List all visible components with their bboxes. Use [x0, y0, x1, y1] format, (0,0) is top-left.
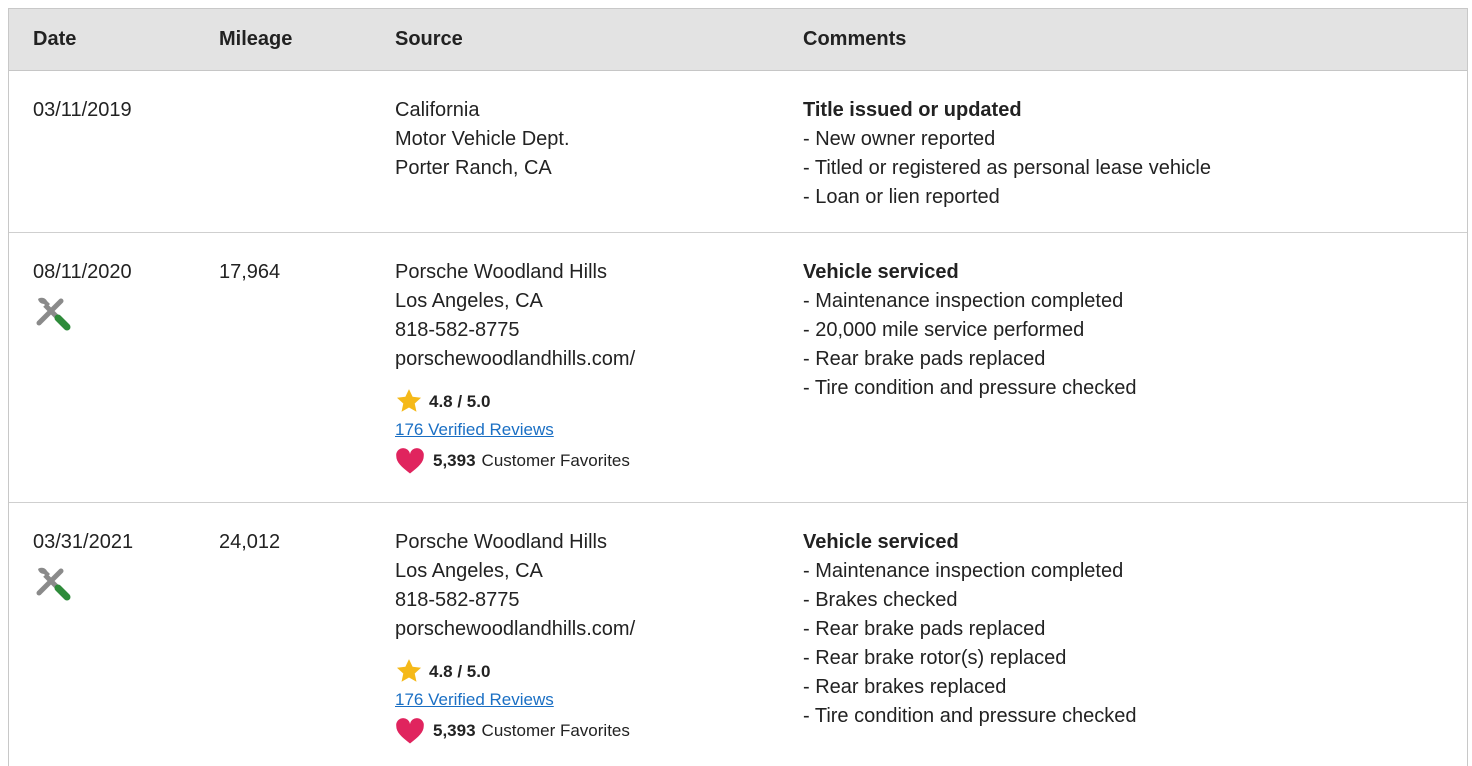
rating-value: 4.8 / 5.0: [429, 391, 491, 411]
header-mileage: Mileage: [219, 28, 293, 50]
source-line: Los Angeles, CA: [395, 560, 543, 582]
heart-icon: [396, 448, 424, 474]
comment-line: - Titled or registered as personal lease…: [803, 157, 1211, 179]
source-line: Porsche Woodland Hills: [395, 261, 607, 283]
star-icon: [396, 389, 422, 412]
row-mileage: 24,012: [219, 531, 281, 553]
header-comments: Comments: [803, 28, 907, 50]
comment-title: Vehicle serviced: [803, 531, 959, 553]
row-comments: Vehicle serviced - Maintenance inspectio…: [803, 528, 1467, 763]
comment-line: - Maintenance inspection completed: [803, 560, 1124, 582]
table-row: 03/31/2021 24,012 Porsche Woodland Hills…: [9, 503, 1467, 763]
row-source: Porsche Woodland Hills Los Angeles, CA 8…: [395, 528, 803, 763]
comment-line: - Rear brake pads replaced: [803, 348, 1046, 370]
comment-line: - New owner reported: [803, 128, 996, 150]
comment-title: Title issued or updated: [803, 99, 1022, 121]
source-line: 818-582-8775: [395, 319, 520, 341]
comment-line: - Tire condition and pressure checked: [803, 377, 1137, 399]
row-source: Porsche Woodland Hills Los Angeles, CA 8…: [395, 258, 803, 502]
service-tools-icon: [36, 297, 71, 331]
verified-reviews-link[interactable]: 176 Verified Reviews: [395, 416, 803, 444]
row-date: 03/31/2021: [33, 531, 134, 553]
source-line: Porter Ranch, CA: [395, 157, 552, 179]
favorites-count: 5,393: [433, 451, 476, 470]
comment-title: Vehicle serviced: [803, 261, 959, 283]
source-line: Motor Vehicle Dept.: [395, 128, 570, 150]
table-row: 03/11/2019 California Motor Vehicle Dept…: [9, 71, 1467, 233]
dealer-rating: 4.8 / 5.0: [395, 386, 803, 416]
comment-line: - Tire condition and pressure checked: [803, 705, 1137, 727]
customer-favorites: 5,393 Customer Favorites: [395, 446, 803, 476]
source-line: Los Angeles, CA: [395, 290, 543, 312]
comment-line: - Rear brakes replaced: [803, 676, 1007, 698]
row-mileage: 17,964: [219, 261, 281, 283]
row-date-cell: 08/11/2020: [9, 258, 219, 502]
vehicle-history-table: Date Mileage Source Comments 03/11/2019 …: [8, 8, 1468, 766]
heart-icon: [396, 718, 424, 744]
source-line: California: [395, 99, 480, 121]
comment-line: - Brakes checked: [803, 589, 958, 611]
favorites-label: Customer Favorites: [481, 721, 630, 740]
header-date: Date: [33, 28, 77, 50]
row-date: 03/11/2019: [33, 99, 132, 121]
favorites-count: 5,393: [433, 721, 476, 740]
customer-favorites: 5,393 Customer Favorites: [395, 716, 803, 746]
comment-line: - Rear brake pads replaced: [803, 618, 1046, 640]
source-line: Porsche Woodland Hills: [395, 531, 607, 553]
row-mileage: [219, 96, 395, 232]
verified-reviews-link[interactable]: 176 Verified Reviews: [395, 686, 803, 714]
row-date-cell: 03/31/2021: [9, 528, 219, 763]
row-date-cell: 03/11/2019: [9, 96, 219, 232]
row-comments: Title issued or updated - New owner repo…: [803, 96, 1467, 232]
dealer-rating: 4.8 / 5.0: [395, 656, 803, 686]
row-comments: Vehicle serviced - Maintenance inspectio…: [803, 258, 1467, 502]
source-line: porschewoodlandhills.com/: [395, 618, 636, 640]
table-header: Date Mileage Source Comments: [9, 9, 1467, 71]
rating-value: 4.8 / 5.0: [429, 661, 491, 681]
header-source: Source: [395, 28, 463, 50]
source-line: porschewoodlandhills.com/: [395, 348, 636, 370]
source-line: 818-582-8775: [395, 589, 520, 611]
row-source: California Motor Vehicle Dept. Porter Ra…: [395, 96, 803, 232]
table-row: 08/11/2020 17,964 Porsche Woodland Hills…: [9, 233, 1467, 503]
comment-line: - Maintenance inspection completed: [803, 290, 1124, 312]
service-tools-icon: [36, 567, 71, 601]
comment-line: - 20,000 mile service performed: [803, 319, 1085, 341]
star-icon: [396, 659, 422, 682]
row-date: 08/11/2020: [33, 261, 132, 283]
comment-line: - Rear brake rotor(s) replaced: [803, 647, 1067, 669]
comment-line: - Loan or lien reported: [803, 186, 1000, 208]
favorites-label: Customer Favorites: [481, 451, 630, 470]
